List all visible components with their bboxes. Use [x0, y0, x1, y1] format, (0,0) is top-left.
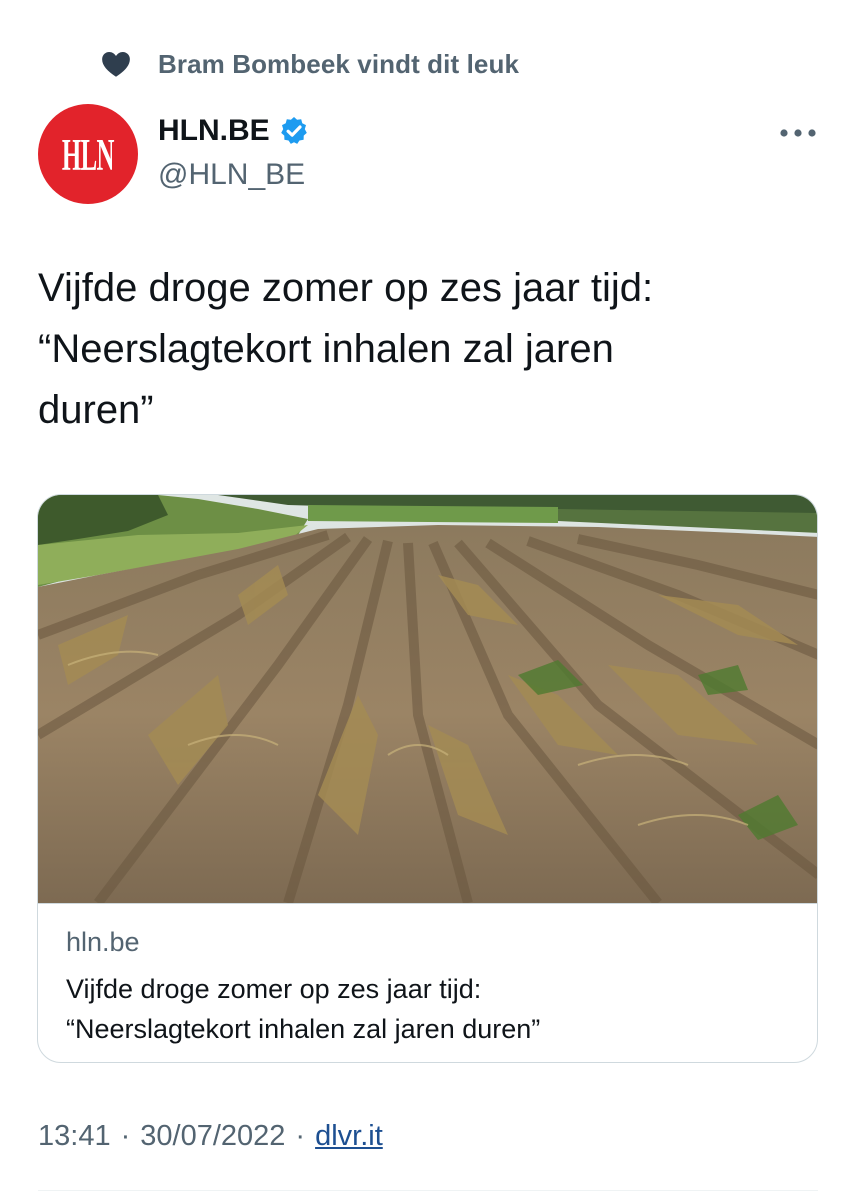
- card-title-line: Vijfde droge zomer op zes jaar tijd:: [66, 974, 482, 1004]
- card-title-line: “Neerslagtekort inhalen zal jaren duren”: [66, 1014, 541, 1044]
- link-card[interactable]: hln.be Vijfde droge zomer op zes jaar ti…: [37, 494, 818, 1063]
- meta-separator: ·: [120, 1120, 131, 1152]
- tweet-view: Bram Bombeek vindt dit leuk HLN HLN.BE @…: [0, 0, 855, 1200]
- tweet-date[interactable]: 30/07/2022: [140, 1120, 285, 1153]
- tweet-text-line: “Neerslagtekort inhalen zal jaren: [38, 327, 614, 371]
- tweet-time[interactable]: 13:41: [38, 1120, 111, 1153]
- handle[interactable]: @HLN_BE: [158, 158, 305, 192]
- card-image: [38, 495, 817, 903]
- author-name-row[interactable]: HLN.BE: [158, 114, 310, 148]
- avatar[interactable]: HLN: [38, 104, 138, 204]
- tweet-meta: 13:41 · 30/07/2022 · dlvr.it: [38, 1120, 383, 1153]
- heart-icon: [102, 52, 130, 77]
- verified-badge-icon: [280, 117, 307, 144]
- social-context[interactable]: Bram Bombeek vindt dit leuk: [100, 44, 519, 84]
- card-divider: [38, 903, 817, 904]
- divider: [38, 1190, 818, 1191]
- tweet-source-link[interactable]: dlvr.it: [315, 1120, 383, 1153]
- tweet-text-line: duren”: [38, 388, 154, 432]
- more-options-icon: [780, 129, 816, 137]
- card-title: Vijfde droge zomer op zes jaar tijd: “Ne…: [66, 969, 796, 1049]
- more-options-button[interactable]: [776, 118, 820, 148]
- tweet-text: Vijfde droge zomer op zes jaar tijd: “Ne…: [38, 258, 828, 441]
- avatar-logo-text: HLN: [62, 128, 115, 180]
- liked-by-text: Bram Bombeek vindt dit leuk: [158, 48, 519, 79]
- meta-separator: ·: [295, 1120, 306, 1152]
- tweet-text-line: Vijfde droge zomer op zes jaar tijd:: [38, 266, 654, 310]
- display-name[interactable]: HLN.BE: [158, 114, 270, 148]
- card-domain: hln.be: [66, 927, 140, 957]
